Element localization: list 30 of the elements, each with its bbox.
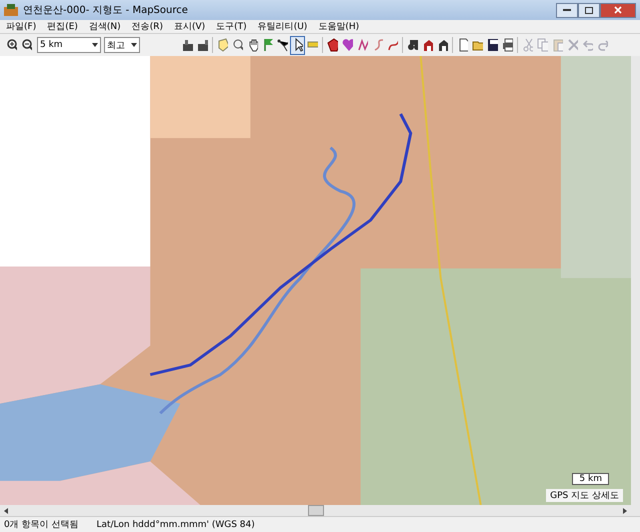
maximize-button[interactable] xyxy=(578,2,600,18)
menu-item[interactable]: 도구(T) xyxy=(216,20,247,33)
horizontal-scrollbar[interactable] xyxy=(0,505,631,516)
menu-item[interactable]: 유틸리티(U) xyxy=(258,20,308,33)
selection-status: 0개 항목이 선택됨 xyxy=(4,519,78,531)
menu-item[interactable]: 파일(F) xyxy=(6,20,36,33)
detail-dropdown[interactable]: 최고 xyxy=(104,37,140,53)
scroll-thumb[interactable] xyxy=(308,505,324,516)
minimize-button[interactable] xyxy=(556,2,578,18)
map-type-label: GPS 지도 상세도 xyxy=(546,489,623,502)
caret-icon xyxy=(131,43,137,47)
close-button[interactable] xyxy=(600,2,636,18)
zoom-dropdown[interactable]: 5 km xyxy=(37,37,101,53)
minimize-icon xyxy=(563,8,571,12)
pointer-icon[interactable] xyxy=(290,36,305,54)
app-icon xyxy=(4,4,18,16)
menu-item[interactable]: 전송(R) xyxy=(132,20,163,33)
close-icon xyxy=(614,6,622,14)
vertical-scrollbar[interactable] xyxy=(631,56,640,516)
menu-item[interactable]: 검색(N) xyxy=(88,20,121,33)
print-icon[interactable] xyxy=(500,36,515,54)
waypoint-icon[interactable] xyxy=(325,36,340,54)
caret-icon xyxy=(92,43,98,47)
scale-bar: 5 km xyxy=(572,473,609,485)
menu-item[interactable]: 편집(E) xyxy=(47,20,78,33)
position-format-status: Lat/Lon hddd°mm.mmm' (WGS 84) xyxy=(96,520,255,530)
menu-item[interactable]: 도움말(H) xyxy=(318,20,360,33)
menu-item[interactable]: 표시(V) xyxy=(174,20,206,33)
window-title: 연천운산-000- 지형도 - MapSource xyxy=(23,4,188,17)
maximize-icon xyxy=(585,6,593,14)
